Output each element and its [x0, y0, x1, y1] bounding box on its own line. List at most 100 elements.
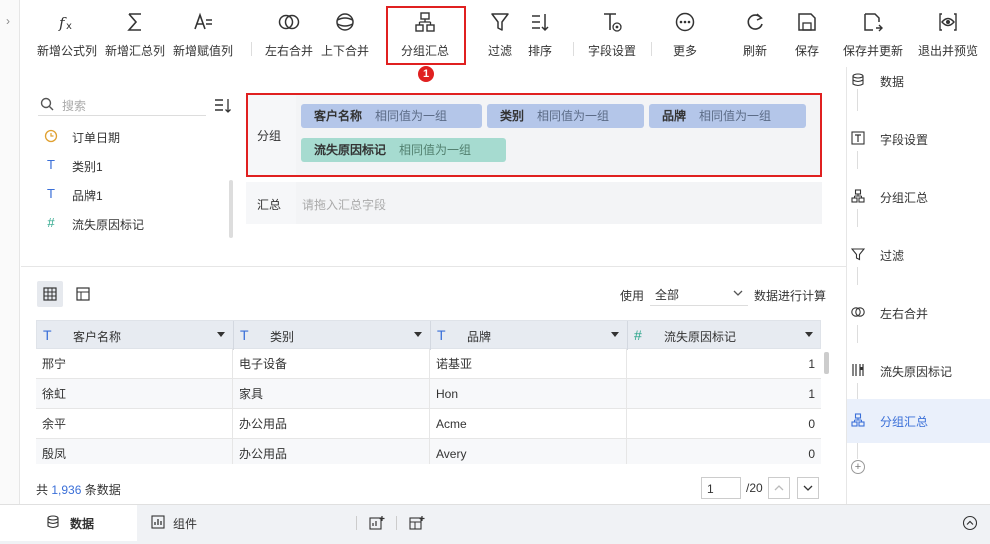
clock-icon — [44, 129, 58, 143]
step-item-filter[interactable]: 过滤 — [847, 233, 990, 277]
exit-and-preview-button[interactable]: 退出并预览 — [915, 0, 981, 67]
table-cell[interactable]: Avery — [430, 439, 627, 464]
next-page-button[interactable] — [797, 477, 819, 499]
table-row: 邢宁 电子设备 诺基亚 1 — [36, 349, 821, 379]
step-item-group-summary-active[interactable]: 分组汇总 — [847, 399, 990, 443]
table-cell[interactable]: 1 — [627, 379, 821, 409]
left-right-merge-icon — [851, 307, 865, 317]
collapse-up-icon[interactable] — [962, 515, 978, 531]
filter-button[interactable]: 过滤 — [480, 0, 520, 67]
toolbar-label: 新增公式列 — [36, 44, 97, 58]
table-row: 殷凤 办公用品 Avery 0 — [36, 439, 821, 464]
table-cell[interactable]: 诺基亚 — [430, 349, 627, 379]
toolbar-label: 退出并预览 — [917, 44, 978, 58]
step-item-group-summary[interactable]: 分组汇总 — [847, 175, 990, 219]
dropdown-arrow-icon[interactable] — [217, 332, 225, 337]
divider — [21, 266, 846, 267]
database-icon — [47, 515, 59, 529]
step-item-field-settings[interactable]: 字段设置 — [847, 117, 990, 161]
table-cell[interactable]: Acme — [430, 409, 627, 439]
left-right-merge-icon — [261, 0, 317, 40]
step-label: 过滤 — [880, 249, 905, 263]
more-icon — [663, 0, 707, 40]
layout-view-toggle[interactable] — [70, 281, 96, 307]
save-button[interactable]: 保存 — [787, 0, 827, 67]
toolbar-label: 上下合并 — [320, 44, 369, 58]
field-settings-button[interactable]: 字段设置 — [583, 0, 641, 67]
table-cell[interactable]: 余平 — [36, 409, 233, 439]
table-cell[interactable]: 办公用品 — [233, 439, 430, 464]
add-formula-column-button[interactable]: fx 新增公式列 — [35, 0, 99, 67]
column-title: 客户名称 — [73, 330, 122, 344]
assign-value-icon — [171, 0, 235, 40]
tab-data[interactable]: 数据 — [0, 505, 137, 541]
table-cell[interactable]: 邢宁 — [36, 349, 233, 379]
filter-icon — [480, 0, 520, 40]
table-cell[interactable]: 0 — [627, 439, 821, 464]
up-down-merge-button[interactable]: 上下合并 — [317, 0, 373, 67]
table-cell[interactable]: 1 — [627, 349, 821, 379]
table-scrollbar[interactable] — [824, 352, 829, 374]
text-type-icon: T — [43, 327, 52, 343]
toolbar: fx 新增公式列 新增汇总列 新增赋值列 左右合并 上下合并 分组汇总 过滤 排… — [21, 0, 990, 67]
table-cell[interactable]: 办公用品 — [233, 409, 430, 439]
text-type-icon: T — [47, 186, 55, 201]
tab-label: 数据 — [70, 517, 95, 531]
data-table: T 客户名称 T 类别 T 品牌 # 流失原因标记 邢宁 电子设备 诺基亚 1 … — [36, 320, 821, 464]
bottom-tab-bar: 数据 组件 — [0, 504, 990, 544]
toolbar-label: 过滤 — [487, 44, 512, 58]
column-header[interactable]: T 品牌 — [431, 321, 628, 350]
page-number-input[interactable]: 1 — [701, 477, 741, 499]
step-item-data[interactable]: 数据 — [847, 59, 990, 103]
step-label: 左右合并 — [880, 307, 929, 321]
more-button[interactable]: 更多 — [663, 0, 707, 67]
add-assign-column-button[interactable]: 新增赋值列 — [171, 0, 235, 67]
step-badge-1: 1 — [418, 66, 434, 82]
svg-text:x: x — [66, 21, 72, 32]
refresh-button[interactable]: 刷新 — [735, 0, 775, 67]
tab-component[interactable]: 组件 — [137, 505, 257, 541]
save-and-update-button[interactable]: 保存并更新 — [841, 0, 905, 67]
table-cell[interactable]: 家具 — [233, 379, 430, 409]
field-sort-icon[interactable] — [213, 96, 233, 116]
table-view-toggle[interactable] — [37, 281, 63, 307]
toolbar-label: 新增汇总列 — [104, 44, 165, 58]
dropdown-arrow-icon[interactable] — [414, 332, 422, 337]
column-header[interactable]: T 客户名称 — [37, 321, 234, 350]
field-label: 品牌1 — [72, 189, 103, 203]
step-label: 流失原因标记 — [880, 365, 953, 379]
step-label: 字段设置 — [880, 133, 929, 147]
table-cell[interactable]: 电子设备 — [233, 349, 430, 379]
prev-page-button[interactable] — [768, 477, 790, 499]
field-search-input[interactable]: 搜索 — [38, 94, 206, 116]
column-header[interactable]: # 流失原因标记 — [628, 321, 821, 350]
chevron-up-icon — [774, 485, 784, 491]
field-list-scrollbar[interactable] — [229, 180, 233, 238]
database-icon — [852, 73, 864, 87]
table-cell[interactable]: 殷凤 — [36, 439, 233, 464]
use-scope-select[interactable]: 全部 — [650, 281, 748, 306]
sort-button[interactable]: 排序 — [520, 0, 560, 67]
collapsed-left-panel[interactable]: › — [0, 0, 20, 510]
step-item-left-right-merge[interactable]: 左右合并 — [847, 291, 990, 335]
field-label: 类别1 — [72, 160, 103, 174]
layout-icon — [76, 287, 90, 301]
table-cell[interactable]: 0 — [627, 409, 821, 439]
toolbar-label: 左右合并 — [264, 44, 313, 58]
dropdown-arrow-icon[interactable] — [611, 332, 619, 337]
table-header: T 客户名称 T 类别 T 品牌 # 流失原因标记 — [36, 320, 821, 350]
column-header[interactable]: T 类别 — [234, 321, 431, 350]
dropdown-arrow-icon[interactable] — [805, 332, 813, 337]
left-right-merge-button[interactable]: 左右合并 — [261, 0, 317, 67]
add-step-icon[interactable]: + — [851, 460, 865, 474]
chevron-right-icon[interactable]: › — [6, 14, 10, 28]
step-item-churn-mark[interactable]: 流失原因标记 — [847, 349, 990, 393]
add-summary-column-button[interactable]: 新增汇总列 — [103, 0, 167, 67]
summary-config-row: 汇总 请拖入汇总字段 — [246, 182, 822, 224]
column-mark-icon — [852, 364, 864, 376]
summary-drop-area[interactable]: 请拖入汇总字段 — [296, 182, 822, 224]
table-cell[interactable]: Hon — [430, 379, 627, 409]
add-chart-icon[interactable] — [369, 515, 385, 531]
add-dashboard-icon[interactable] — [409, 515, 425, 531]
table-cell[interactable]: 徐虹 — [36, 379, 233, 409]
